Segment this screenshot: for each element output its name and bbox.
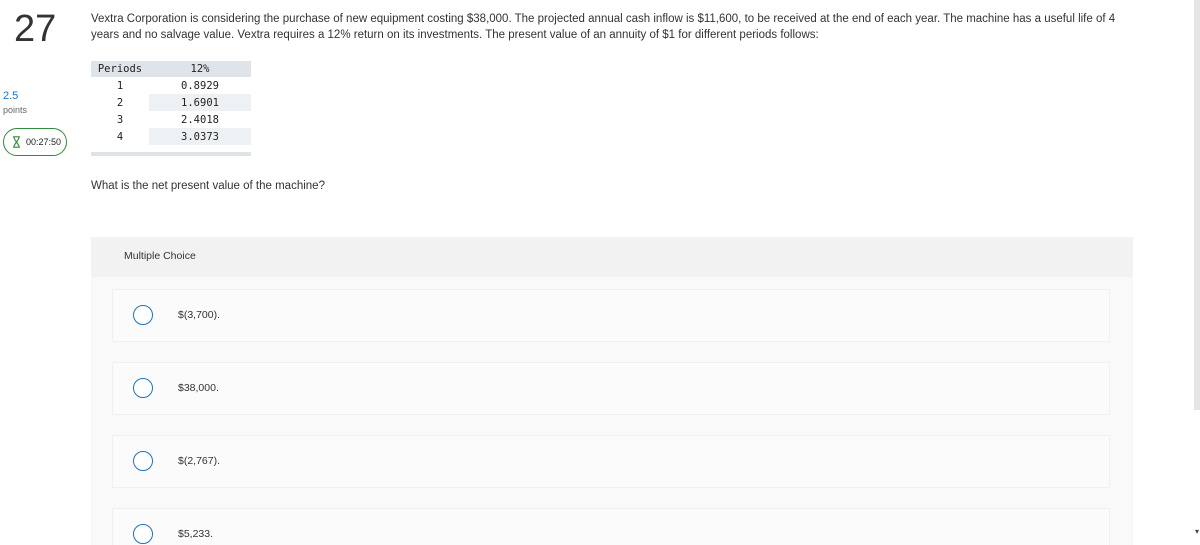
table-row: 2 1.6901: [91, 94, 251, 111]
table-row: 3 2.4018: [91, 111, 251, 128]
choice-option-3[interactable]: $(2,767).: [112, 435, 1110, 488]
question-number: 27: [14, 8, 57, 50]
page-scrollbar[interactable]: [1194, 0, 1200, 410]
column-header-periods: Periods: [91, 61, 149, 77]
factor-cell: 0.8929: [181, 79, 219, 92]
radio-circle-icon[interactable]: [133, 378, 153, 398]
factor-cell: 2.4018: [181, 113, 219, 126]
radio-circle-icon[interactable]: [133, 451, 153, 471]
table-scrollbar[interactable]: [91, 152, 251, 156]
choice-label: $38,000.: [178, 382, 219, 394]
period-cell: 2: [116, 96, 124, 109]
column-header-rate: 12%: [149, 61, 251, 77]
table-row: 4 3.0373: [91, 128, 251, 145]
question-prompt: What is the net present value of the mac…: [91, 180, 325, 192]
table-row: 1 0.8929: [91, 77, 251, 94]
timer-badge[interactable]: 00:27:50: [3, 128, 67, 156]
question-text: Vextra Corporation is considering the pu…: [91, 13, 1116, 41]
points-value: 2.5: [3, 90, 19, 102]
radio-circle-icon[interactable]: [133, 524, 153, 544]
period-cell: 4: [116, 130, 124, 143]
timer-text: 00:27:50: [26, 137, 62, 147]
choice-option-4[interactable]: $5,233.: [112, 508, 1110, 545]
factor-cell: 3.0373: [149, 128, 251, 145]
choice-option-1[interactable]: $(3,700).: [112, 289, 1110, 342]
choice-option-2[interactable]: $38,000.: [112, 362, 1110, 415]
multiple-choice-label: Multiple Choice: [124, 250, 196, 262]
points-label: points: [3, 105, 28, 115]
hourglass-icon: [13, 136, 20, 148]
period-cell: 3: [116, 113, 124, 126]
choice-label: $5,233.: [178, 528, 214, 540]
choice-label: $(3,700).: [178, 309, 221, 321]
table-header-row: Periods 12%: [91, 61, 251, 77]
scroll-down-icon[interactable]: ▾: [1195, 527, 1199, 536]
pv-annuity-table: Periods 12% 1 0.8929 2 1.6901 3 2.4018 4…: [91, 61, 251, 145]
choice-label: $(2,767).: [178, 455, 221, 467]
radio-circle-icon[interactable]: [133, 305, 153, 325]
multiple-choice-header: Multiple Choice: [91, 237, 1133, 277]
period-cell: 1: [116, 79, 124, 92]
factor-cell: 1.6901: [149, 94, 251, 111]
